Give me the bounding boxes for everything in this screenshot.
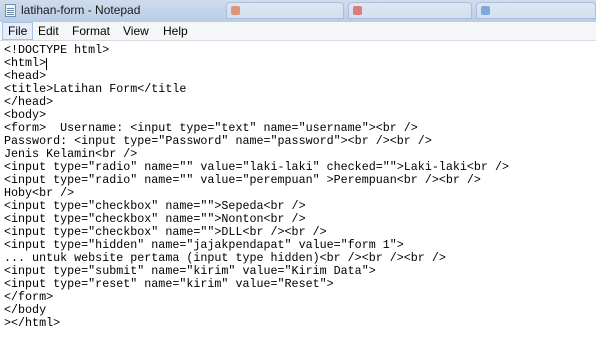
menu-edit[interactable]: Edit: [33, 22, 64, 40]
window-title: latihan-form - Notepad: [21, 3, 141, 17]
title-bar: latihan-form - Notepad: [0, 0, 596, 23]
background-tab[interactable]: [348, 2, 472, 19]
code-line: <input type="radio" name="" value="perem…: [4, 173, 481, 187]
notepad-icon: [5, 4, 16, 17]
text-caret: [46, 58, 47, 70]
browser-tab-icon: [353, 6, 362, 15]
text-editor[interactable]: <!DOCTYPE html> <html> <head> <title>Lat…: [0, 41, 596, 340]
background-tab[interactable]: [476, 2, 596, 19]
code-line: ></html>: [4, 316, 61, 330]
browser-tab-icon: [231, 6, 240, 15]
background-tab[interactable]: [226, 2, 344, 19]
menu-file[interactable]: File: [2, 22, 34, 40]
browser-tab-icon: [481, 6, 490, 15]
menu-format[interactable]: Format: [67, 22, 115, 40]
menu-help[interactable]: Help: [158, 22, 193, 40]
code-line: <input type="reset" name="kirim" value="…: [4, 277, 334, 291]
menu-bar: File Edit Format View Help: [0, 22, 596, 41]
menu-view[interactable]: View: [118, 22, 154, 40]
